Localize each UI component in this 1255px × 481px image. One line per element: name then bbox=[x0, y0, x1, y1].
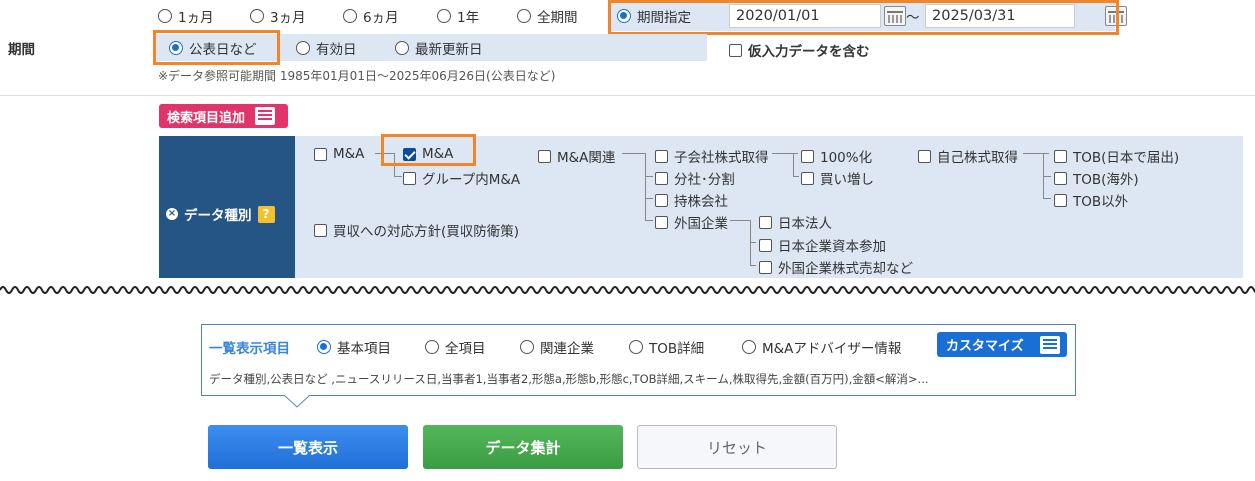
radio-icon[interactable] bbox=[343, 9, 357, 23]
checkbox-icon[interactable] bbox=[655, 193, 668, 207]
checkbox-icon[interactable] bbox=[1054, 149, 1067, 163]
display-columns-text: データ種別,公表日など ,ニュースリリース日,当事者1,当事者2,形態a,形態b… bbox=[209, 372, 929, 386]
radio-icon[interactable] bbox=[437, 9, 451, 23]
period-radio-all[interactable]: 全期間 bbox=[517, 6, 578, 26]
reset-button[interactable]: リセット bbox=[637, 425, 837, 469]
tree-line bbox=[622, 153, 646, 154]
tree-line bbox=[1043, 198, 1051, 199]
list-display-button[interactable]: 一覧表示 bbox=[208, 425, 408, 469]
display-radio-all[interactable]: 全項目 bbox=[425, 337, 486, 357]
highlight-announce bbox=[153, 30, 280, 65]
list-icon bbox=[1039, 335, 1060, 354]
tree-line bbox=[793, 176, 799, 177]
radio-icon[interactable] bbox=[517, 9, 531, 23]
cb-additional[interactable]: 買い増し bbox=[801, 168, 874, 188]
tree-line bbox=[1023, 153, 1049, 154]
display-label: 一覧表示項目 bbox=[209, 341, 290, 357]
period-radio-3m[interactable]: 3ヵ月 bbox=[250, 6, 306, 26]
aggregate-button[interactable]: データ集計 bbox=[423, 425, 623, 469]
cb-holding[interactable]: 持株会社 bbox=[655, 190, 728, 210]
period-radio-1y[interactable]: 1年 bbox=[437, 6, 479, 26]
checkbox-icon[interactable] bbox=[801, 171, 814, 185]
cb-jp-corp[interactable]: 日本法人 bbox=[759, 212, 832, 232]
display-radio-tob[interactable]: TOB詳細 bbox=[629, 337, 704, 357]
radio-icon[interactable] bbox=[250, 9, 264, 23]
tree-line bbox=[750, 265, 756, 266]
checkbox-icon[interactable] bbox=[759, 238, 772, 252]
checkbox-icon[interactable] bbox=[801, 149, 814, 163]
data-type-label: データ種別 bbox=[184, 208, 252, 224]
tree-line bbox=[645, 220, 653, 221]
tree-line bbox=[730, 220, 750, 221]
radio-icon[interactable] bbox=[629, 340, 643, 354]
cb-defense[interactable]: 買収への対応方針(買収防衛策) bbox=[314, 220, 519, 240]
period-radio-6m[interactable]: 6ヵ月 bbox=[343, 6, 399, 26]
provisional-checkbox[interactable]: 仮入力データを含む bbox=[729, 40, 870, 60]
checkbox-icon[interactable] bbox=[918, 149, 931, 163]
checkbox-icon[interactable] bbox=[1054, 171, 1067, 185]
checkbox-icon[interactable] bbox=[314, 223, 327, 237]
customize-label: カスタマイズ bbox=[946, 339, 1024, 354]
period-label: 期間 bbox=[8, 42, 35, 58]
list-icon bbox=[255, 107, 276, 125]
cb-foreign-sale[interactable]: 外国企業株式売却など bbox=[759, 257, 913, 277]
wavy-separator bbox=[0, 278, 1255, 294]
tree-line bbox=[772, 153, 798, 154]
radio-icon[interactable] bbox=[158, 9, 172, 23]
cb-tob-other[interactable]: TOB以外 bbox=[1054, 190, 1128, 210]
period-note: ※データ参照可能期間 1985年01月01日～2025年06月26日(公表日など… bbox=[158, 69, 556, 83]
checkbox-icon[interactable] bbox=[1054, 193, 1067, 207]
checkbox-icon[interactable] bbox=[655, 149, 668, 163]
cb-jp-capital[interactable]: 日本企業資本参加 bbox=[759, 235, 886, 255]
checkbox-icon[interactable] bbox=[538, 149, 551, 163]
cb-ma-top[interactable]: M&A bbox=[314, 146, 364, 162]
display-panel-pointer bbox=[284, 395, 310, 408]
customize-button[interactable]: カスタマイズ bbox=[937, 332, 1067, 357]
checkbox-icon[interactable] bbox=[314, 147, 327, 161]
display-radio-related[interactable]: 関連企業 bbox=[520, 337, 594, 357]
radio-icon[interactable] bbox=[296, 41, 310, 55]
radio-icon[interactable] bbox=[395, 41, 409, 55]
radio-icon[interactable] bbox=[317, 340, 331, 354]
highlight-custom-period bbox=[608, 0, 1119, 35]
cb-foreign[interactable]: 外国企業 bbox=[655, 212, 728, 232]
cb-buyback[interactable]: 自己株式取得 bbox=[918, 146, 1018, 166]
basis-radio-updated[interactable]: 最新更新日 bbox=[395, 38, 483, 58]
highlight-ma bbox=[381, 134, 476, 166]
remove-icon[interactable]: × bbox=[166, 208, 178, 220]
add-search-item-button[interactable]: 検索項目追加 bbox=[159, 104, 288, 128]
add-search-item-label: 検索項目追加 bbox=[167, 110, 246, 126]
tree-line bbox=[793, 153, 794, 176]
radio-icon[interactable] bbox=[425, 340, 439, 354]
cb-tob-overseas[interactable]: TOB(海外) bbox=[1054, 168, 1139, 188]
display-radio-advisor[interactable]: M&Aアドバイザー情報 bbox=[742, 337, 901, 357]
radio-icon[interactable] bbox=[742, 340, 756, 354]
cb-full[interactable]: 100%化 bbox=[801, 146, 872, 166]
tree-line bbox=[645, 153, 646, 220]
display-radio-basic[interactable]: 基本項目 bbox=[317, 337, 391, 357]
cb-ma-related[interactable]: M&A関連 bbox=[538, 146, 615, 166]
tree-line bbox=[645, 176, 653, 177]
checkbox-icon[interactable] bbox=[403, 171, 416, 185]
tree-line bbox=[645, 198, 653, 199]
help-icon[interactable]: ? bbox=[257, 205, 275, 223]
tree-line bbox=[394, 176, 402, 177]
cb-group-ma[interactable]: グループ内M&A bbox=[403, 168, 520, 188]
checkbox-icon[interactable] bbox=[729, 43, 742, 57]
period-radio-1m[interactable]: 1ヵ月 bbox=[158, 6, 214, 26]
tree-line bbox=[750, 242, 756, 243]
data-type-label-row: × データ種別 ? bbox=[166, 204, 275, 224]
radio-icon[interactable] bbox=[520, 340, 534, 354]
checkbox-icon[interactable] bbox=[655, 171, 668, 185]
cb-tob-jp[interactable]: TOB(日本で届出) bbox=[1054, 146, 1179, 166]
divider bbox=[0, 95, 1255, 96]
basis-radio-effective[interactable]: 有効日 bbox=[296, 38, 357, 58]
cb-split[interactable]: 分社･分割 bbox=[655, 168, 735, 188]
cb-subsidiary[interactable]: 子会社株式取得 bbox=[655, 146, 769, 166]
tree-line bbox=[1043, 176, 1051, 177]
checkbox-icon[interactable] bbox=[655, 215, 668, 229]
checkbox-icon[interactable] bbox=[759, 215, 772, 229]
checkbox-icon[interactable] bbox=[759, 260, 772, 274]
